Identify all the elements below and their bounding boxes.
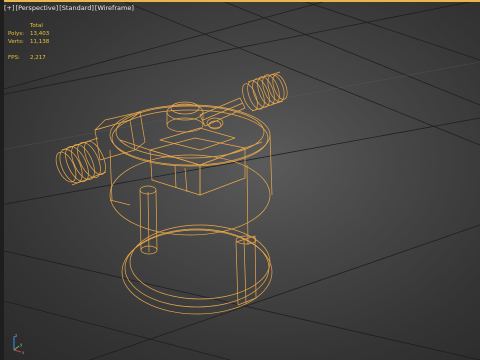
stats-verts-value: 11,138 (30, 39, 50, 45)
gizmo-y-axis (13, 345, 20, 351)
perspective-viewport[interactable]: [+] [Perspective] [Standard] [Wireframe]… (0, 0, 480, 360)
stats-fps-value: 2,217 (30, 55, 46, 61)
active-viewport-border (0, 0, 480, 2)
gizmo-z-label: z (15, 333, 17, 338)
viewport-shading-standard-label[interactable]: [Standard] (59, 4, 94, 12)
viewport-display-mode-label[interactable]: [Wireframe] (95, 4, 134, 12)
axis-gizmo-icon: z x y (13, 333, 25, 355)
stats-polys-value: 13,403 (30, 31, 50, 37)
stats-fps-label: FPS: (8, 55, 20, 61)
viewport-label-menu: [+] [Perspective] [Standard] [Wireframe] (4, 4, 134, 12)
stats-total-header: Total (30, 23, 43, 29)
gizmo-x-axis (13, 349, 22, 353)
gizmo-y-label: y (20, 342, 23, 347)
stats-polys-label: Polys: (8, 31, 24, 37)
gizmo-x-label: x (22, 350, 25, 355)
viewport-point-of-view-label[interactable]: [Perspective] (16, 4, 59, 12)
viewport-left-edge (0, 0, 4, 360)
wireframe-model[interactable] (0, 0, 480, 360)
viewport-plus-menu[interactable]: [+] (4, 4, 15, 12)
stats-verts-label: Verts: (8, 39, 24, 45)
viewport-statistics: Total Polys: 13,403 Verts: 11,138 FPS: 2… (8, 22, 49, 62)
